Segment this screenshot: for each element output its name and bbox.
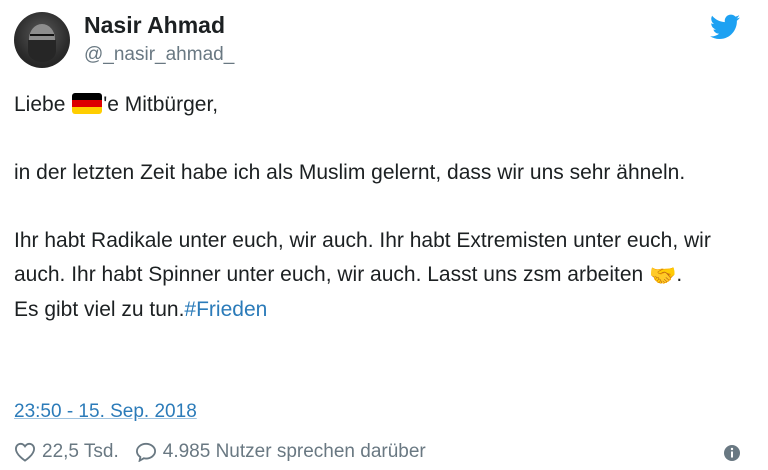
avatar[interactable] — [14, 12, 70, 68]
tweet-timestamp[interactable]: 23:50 - 15. Sep. 2018 — [14, 401, 197, 423]
germany-flag-icon — [72, 93, 103, 114]
hashtag-link[interactable]: #Frieden — [184, 298, 267, 321]
paragraph-4: Es gibt viel zu tun.#Frieden — [14, 293, 744, 327]
embedded-tweet: Nasir Ahmad @_nasir_ahmad_ Liebe 'e Mitb… — [0, 0, 768, 470]
paragraph-3: Ihr habt Radikale unter euch, wir auch. … — [14, 224, 744, 293]
author-name[interactable]: Nasir Ahmad — [84, 12, 225, 39]
comment-icon — [135, 442, 156, 462]
conversation-action[interactable]: 4.985 Nutzer sprechen darüber — [135, 441, 426, 463]
greeting-line: Liebe 'e Mitbürger, — [14, 88, 744, 122]
paragraph-4-text: Es gibt viel zu tun. — [14, 298, 185, 321]
handshake-emoji-icon: 🤝 — [649, 263, 677, 288]
author-handle[interactable]: @_nasir_ahmad_ — [84, 44, 234, 66]
tweet-text: Liebe 'e Mitbürger, in der letzten Zeit … — [14, 88, 744, 327]
info-icon[interactable] — [722, 443, 742, 463]
paragraph-3-text: Ihr habt Radikale unter euch, wir auch. … — [14, 229, 711, 286]
tweet-actions: 22,5 Tsd. 4.985 Nutzer sprechen darüber — [14, 441, 442, 463]
paragraph-2: in der letzten Zeit habe ich als Muslim … — [14, 161, 686, 184]
twitter-bird-icon[interactable] — [710, 14, 740, 40]
avatar-beard — [28, 40, 56, 62]
greeting-text: Liebe — [14, 93, 72, 116]
like-action[interactable]: 22,5 Tsd. — [14, 441, 119, 463]
greeting-suffix: 'e Mitbürger, — [103, 93, 219, 116]
paragraph-3-end: . — [676, 263, 683, 286]
heart-icon — [14, 442, 36, 462]
avatar-glasses — [30, 34, 54, 42]
talking-count: 4.985 Nutzer sprechen darüber — [162, 441, 426, 462]
like-count: 22,5 Tsd. — [42, 441, 119, 462]
